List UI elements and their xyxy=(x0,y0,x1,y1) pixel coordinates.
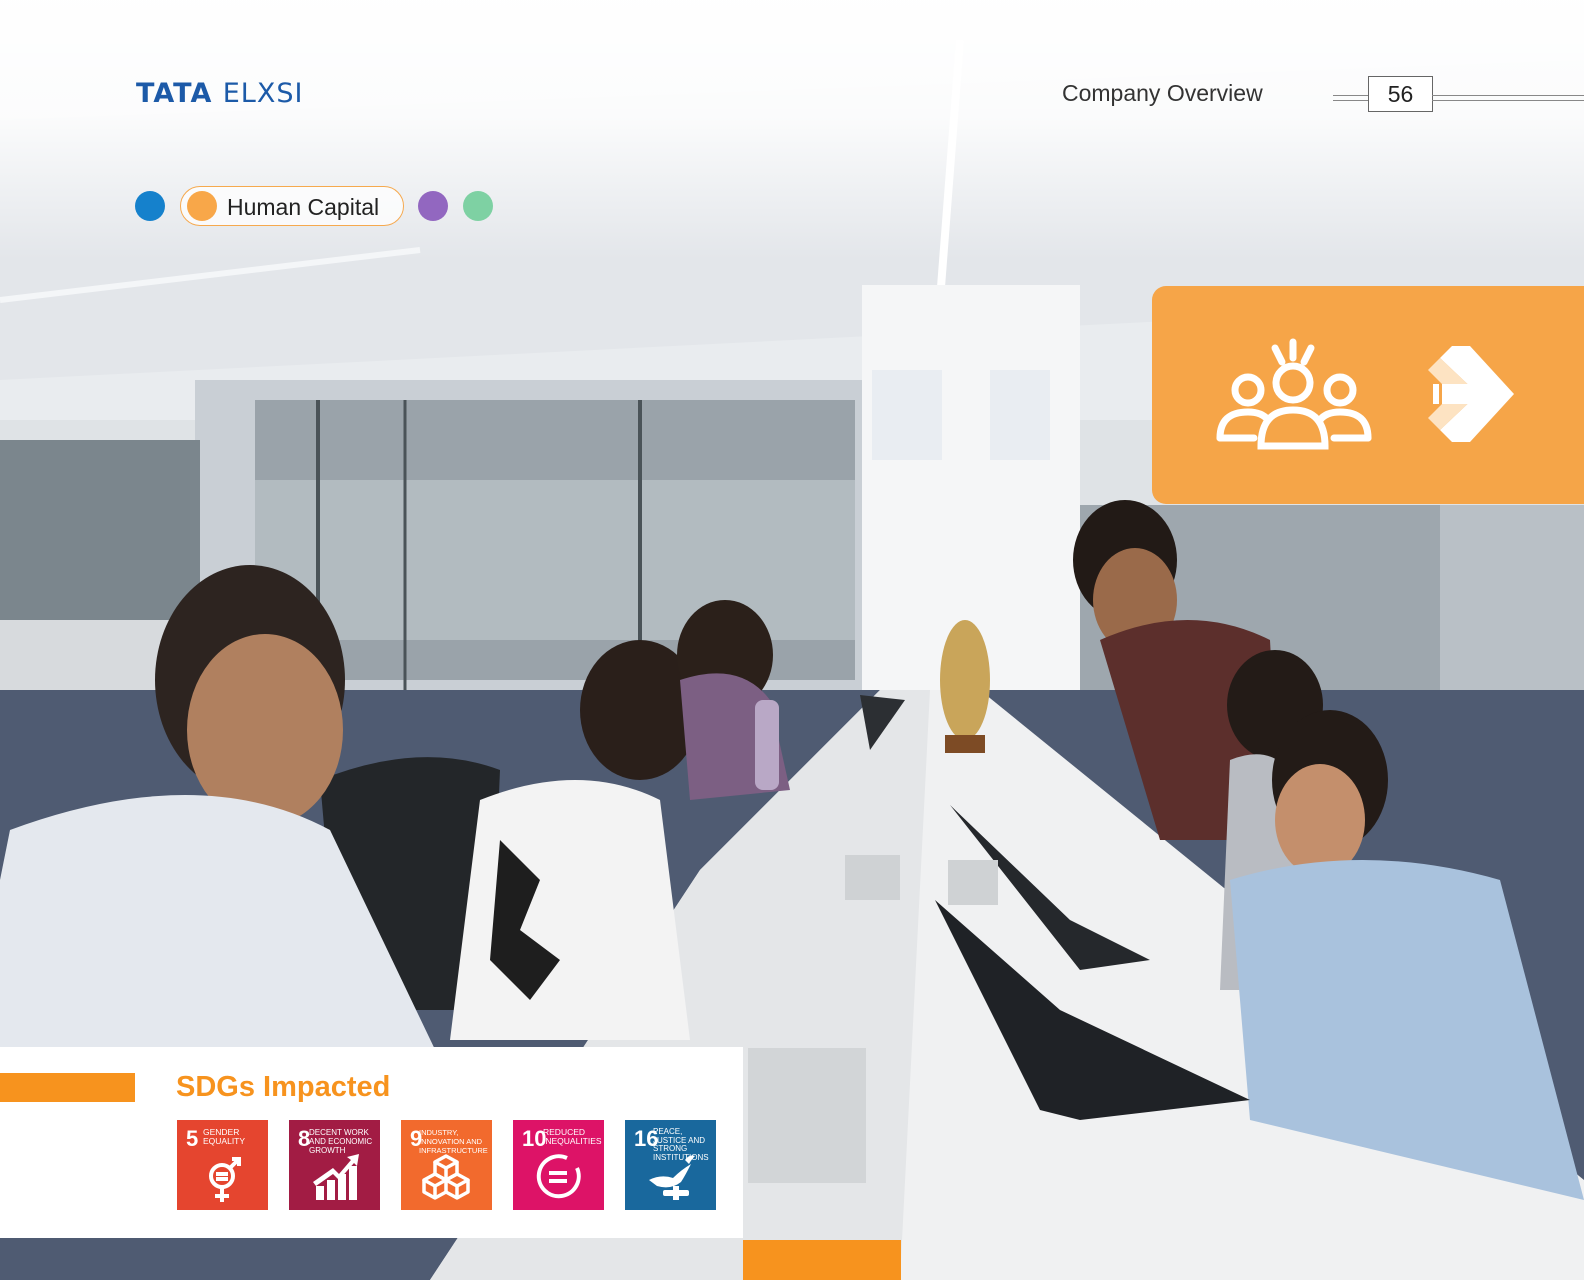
sdg-tile-16: 16 PEACE, JUSTICE AND STRONG INSTITUTION… xyxy=(625,1120,716,1210)
human-capital-callout xyxy=(1152,286,1584,504)
arrow-right-icon xyxy=(1428,346,1514,442)
pillar-label: Human Capital xyxy=(227,194,380,220)
page-number: 56 xyxy=(1368,76,1433,112)
equality-circle-icon xyxy=(536,1154,581,1199)
dove-gavel-icon xyxy=(649,1155,695,1200)
pillar-dot-purple xyxy=(418,191,448,221)
sdg-tile-8: 8 DECENT WORK AND ECONOMIC GROWTH xyxy=(289,1120,380,1210)
pillar-pill-active: Human Capital xyxy=(180,186,404,226)
logo-elxsi-text: ELXSI xyxy=(222,78,304,109)
sdg-tile-9: 9 INDUSTRY, INNOVATION AND INFRASTRUCTUR… xyxy=(401,1120,492,1210)
pillar-dot-orange xyxy=(187,191,217,221)
pillar-dot-blue xyxy=(135,191,165,221)
gender-equality-icon xyxy=(209,1157,241,1202)
cubes-icon xyxy=(422,1154,470,1200)
tata-elxsi-logo: TATA ELXSI xyxy=(136,78,303,109)
growth-chart-icon xyxy=(313,1154,359,1200)
header-rule-left xyxy=(1333,95,1369,101)
sdg-tile-5: 5 GENDER EQUALITY xyxy=(177,1120,268,1210)
people-group-icon xyxy=(1216,338,1372,450)
pillar-dot-green xyxy=(463,191,493,221)
section-title: Company Overview xyxy=(1062,80,1263,106)
header-rule-right xyxy=(1432,95,1584,101)
bottom-accent-strip xyxy=(743,1240,901,1280)
sdg-tile-10: 10 REDUCED INEQUALITIES xyxy=(513,1120,604,1210)
sdg-accent-bar xyxy=(0,1073,135,1102)
logo-tata-text: TATA xyxy=(136,78,213,109)
sdg-title: SDGs Impacted xyxy=(176,1071,391,1103)
